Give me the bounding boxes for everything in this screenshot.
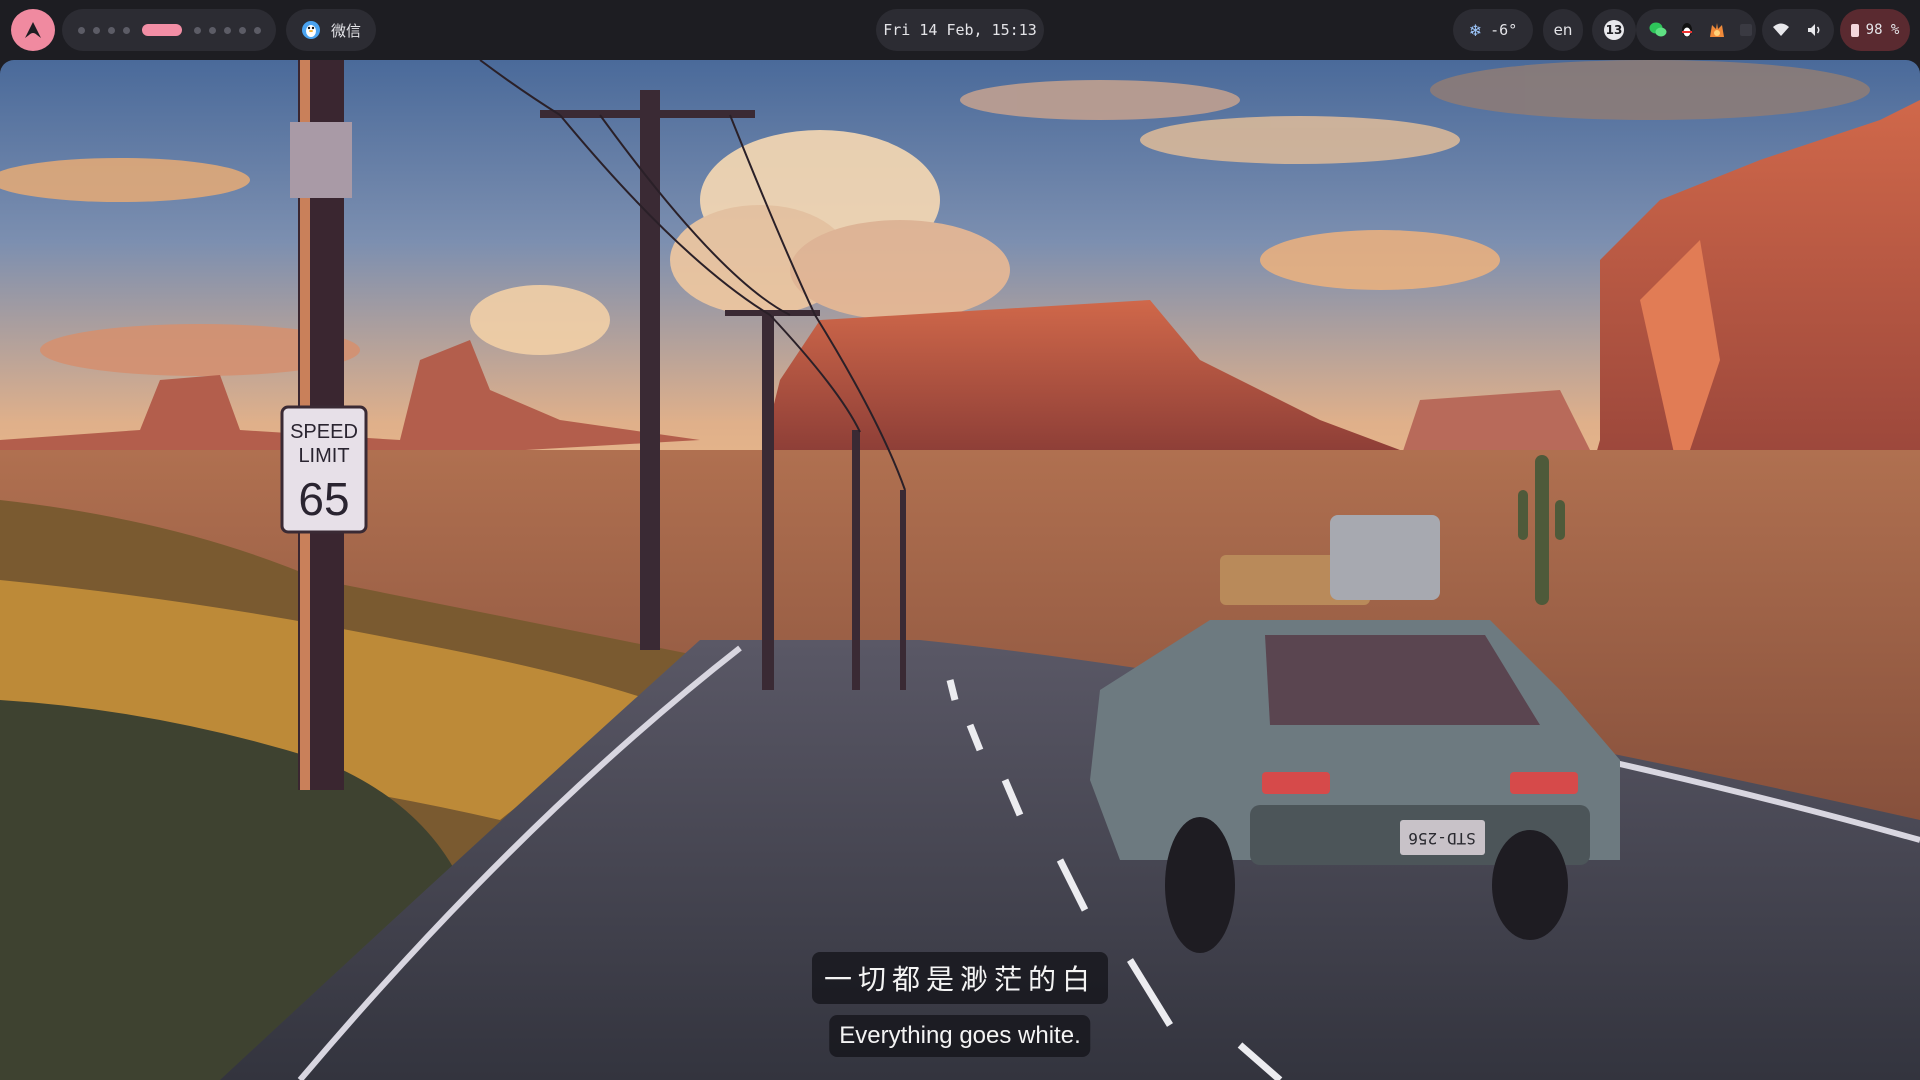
workspace-4[interactable] — [122, 26, 130, 34]
network-volume-widget[interactable] — [1762, 9, 1834, 51]
wechat-icon[interactable] — [1648, 20, 1668, 40]
battery-icon — [1850, 23, 1859, 37]
notification-count-badge: 13 — [1604, 20, 1624, 40]
notification-center[interactable]: 13 — [1592, 9, 1636, 51]
qq-penguin-icon — [301, 21, 320, 39]
sign-line-1: SPEED — [290, 421, 358, 443]
battery-indicator[interactable]: 98 % — [1840, 9, 1910, 51]
clock[interactable]: Fri 14 Feb, 15:13 — [876, 9, 1044, 51]
system-tray — [1636, 9, 1756, 51]
electric-meter — [290, 122, 352, 198]
workspace-6[interactable] — [193, 26, 201, 34]
sign-line-2: LIMIT — [298, 445, 349, 467]
qq-icon[interactable] — [1678, 20, 1698, 40]
workspace-2[interactable] — [92, 26, 100, 34]
speaker-icon[interactable] — [1805, 20, 1825, 40]
wifi-icon[interactable] — [1771, 20, 1791, 40]
workspace-10[interactable] — [253, 26, 261, 34]
workspace-7[interactable] — [208, 26, 216, 34]
workspace-switcher[interactable] — [62, 9, 276, 51]
active-window-label: 微信 — [330, 21, 361, 40]
workspace-5-active[interactable] — [141, 24, 182, 36]
workspace-9[interactable] — [238, 26, 246, 34]
arch-logo-icon — [25, 22, 41, 38]
desktop-wallpaper: SPEED LIMIT 65 STD-256 — [0, 60, 1920, 1080]
subtitle-chinese: 一切都是渺茫的白 — [811, 952, 1109, 1004]
speed-limit-sign: SPEED LIMIT 65 — [280, 405, 368, 534]
launcher-button[interactable] — [11, 9, 55, 51]
active-window-indicator[interactable]: 微信 — [286, 9, 376, 51]
battery-percent: 98 % — [1865, 22, 1900, 38]
subtitle-english: Everything goes white. — [829, 1015, 1091, 1057]
fcitx-icon[interactable] — [1707, 20, 1727, 40]
keyboard-layout[interactable]: en — [1543, 9, 1583, 51]
sign-number: 65 — [298, 473, 349, 525]
window-icon[interactable] — [1737, 20, 1757, 40]
weather-widget[interactable]: ❄ -6° — [1453, 9, 1533, 51]
workspace-8[interactable] — [223, 26, 231, 34]
workspace-3[interactable] — [107, 26, 115, 34]
license-plate: STD-256 — [1408, 829, 1475, 848]
workspace-1[interactable] — [77, 26, 85, 34]
temperature-value: -6° — [1490, 21, 1518, 39]
top-bar: 微信 Fri 14 Feb, 15:13 ❄ -6° en 13 98 % — [0, 0, 1920, 60]
snowflake-icon: ❄ — [1468, 20, 1483, 40]
